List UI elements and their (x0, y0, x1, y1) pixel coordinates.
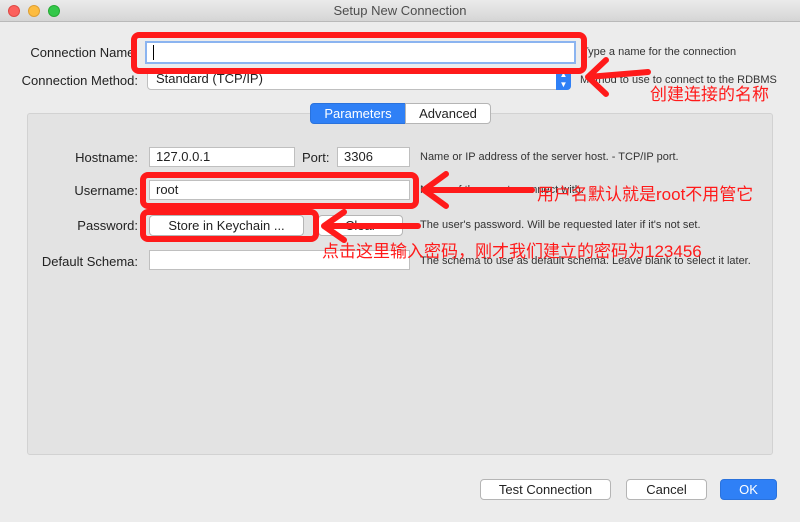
arrow-icon (585, 57, 651, 97)
arrow-icon (321, 209, 421, 243)
annotation-user-note: 用户名默认就是root不用管它 (537, 185, 754, 204)
annotation-name-note: 创建连接的名称 (650, 85, 769, 104)
annotation-password-note: 点击这里输入密码，刚才我们建立的密码为123456 (322, 242, 702, 261)
arrow-icon (421, 171, 535, 209)
